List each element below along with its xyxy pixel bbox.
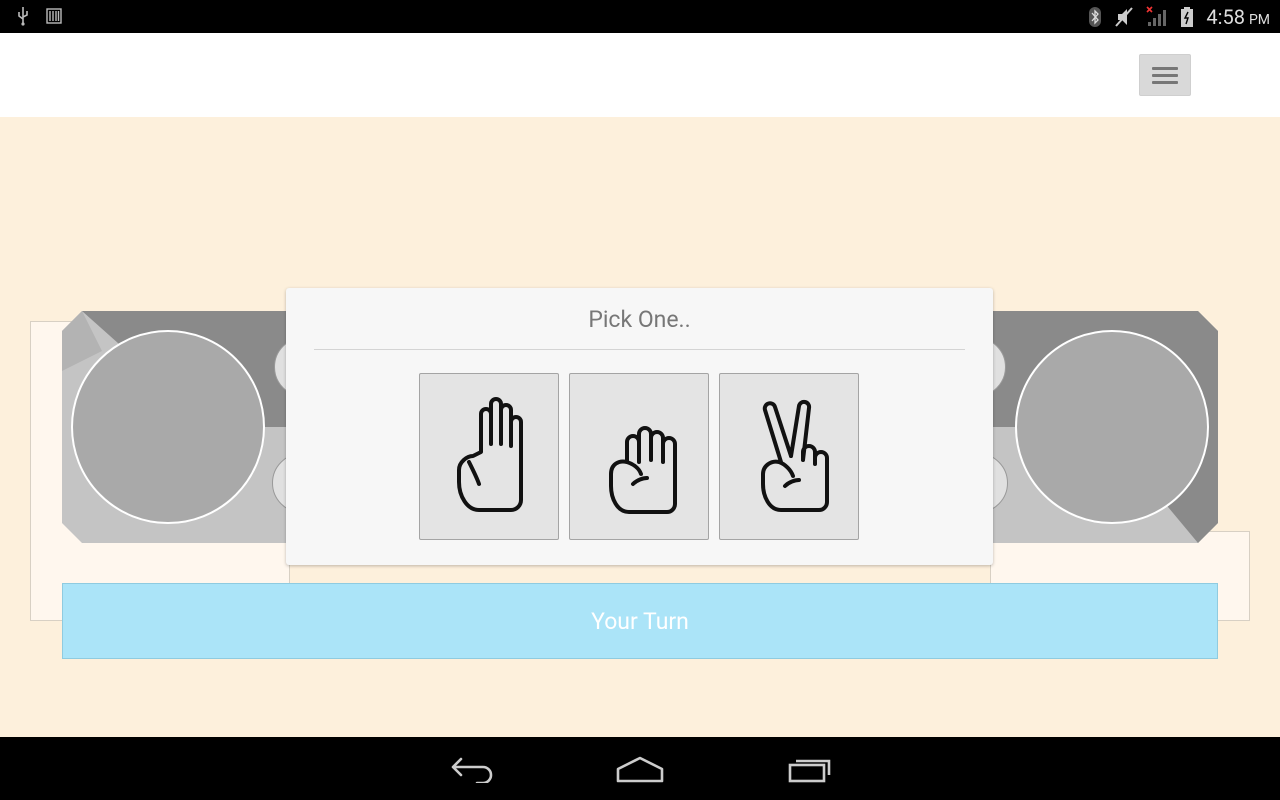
open-hand-icon — [457, 396, 523, 512]
bluetooth-icon — [1089, 7, 1102, 27]
home-button[interactable] — [608, 751, 672, 787]
player-avatar-left — [71, 330, 265, 524]
status-bar: 4:58 PM — [0, 0, 1280, 33]
turn-status-label: Your Turn — [591, 607, 689, 635]
turn-status-bar: Your Turn — [62, 583, 1218, 659]
dialog-divider — [314, 349, 965, 350]
home-icon — [616, 756, 664, 783]
menu-icon — [1152, 66, 1178, 70]
usb-icon — [18, 7, 28, 26]
choice-paper-button[interactable] — [419, 373, 559, 540]
dialog-title: Pick One.. — [588, 306, 691, 333]
choice-scissors-button[interactable] — [719, 373, 859, 540]
choice-rock-button[interactable] — [569, 373, 709, 540]
player-avatar-right — [1015, 330, 1209, 524]
navigation-bar — [0, 737, 1280, 800]
back-button[interactable] — [440, 751, 504, 787]
fist-icon — [609, 425, 677, 514]
recent-apps-button[interactable] — [778, 751, 842, 787]
clock-time: 4:58 — [1206, 5, 1245, 29]
barcode-icon — [46, 8, 62, 24]
peace-sign-icon — [761, 399, 829, 512]
menu-button[interactable] — [1139, 54, 1191, 96]
player-panel-left — [62, 311, 334, 543]
app-bar — [0, 33, 1280, 117]
clock-ampm: PM — [1248, 12, 1270, 28]
recent-apps-icon — [788, 759, 831, 783]
signal-icon — [1146, 6, 1167, 26]
pick-dialog: Pick One.. — [286, 288, 993, 565]
player-panel-right — [946, 311, 1218, 543]
back-icon — [451, 757, 493, 783]
mute-icon — [1115, 7, 1134, 27]
battery-icon — [1181, 7, 1194, 27]
